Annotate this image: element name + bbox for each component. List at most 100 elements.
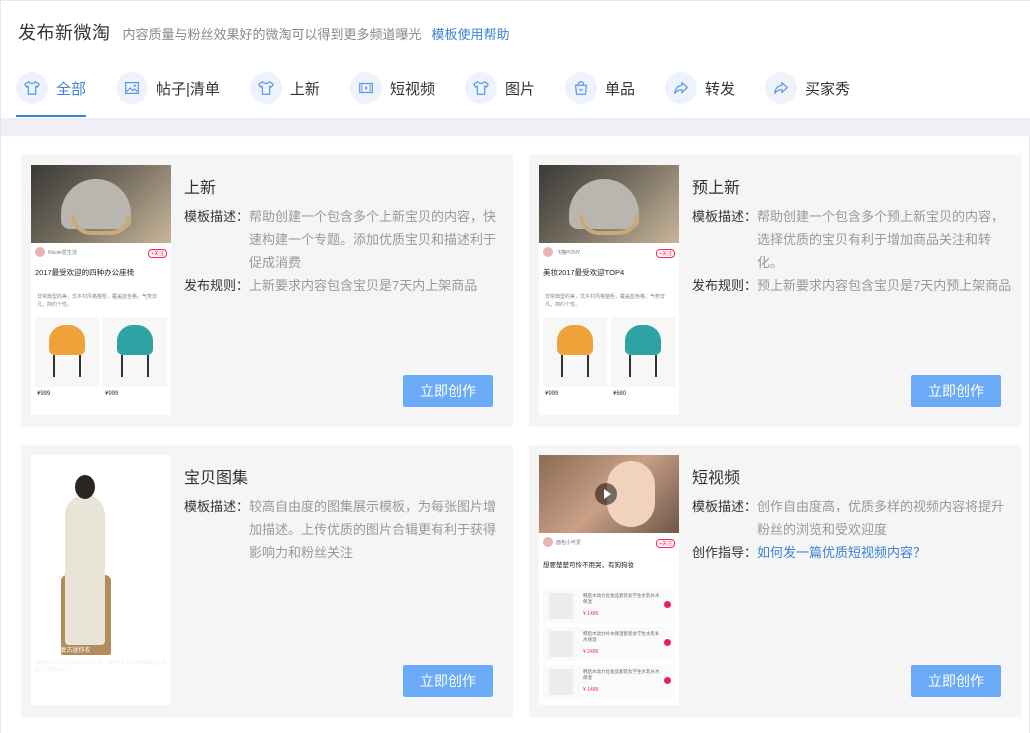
preview-product-item: 韩后水动力补水保湿套装女学生水乳补水保湿 ¥ 2499	[543, 627, 675, 661]
item-title: 韩后水动力化妆品套装女学生水乳补水保湿	[583, 593, 660, 604]
template-title: 宝贝图集	[184, 470, 249, 487]
create-now-button[interactable]: 立即创作	[403, 375, 493, 407]
tshirt-icon	[16, 72, 48, 104]
preview-side-actions	[149, 545, 165, 613]
desc-row: 发布规则： 预上新要求内容包含宝贝是7天内预上架商品	[692, 274, 1012, 297]
tab-label: 短视频	[389, 80, 435, 98]
preview-follow-tag: +关注	[656, 539, 675, 548]
desc-value: 帮助创建一个包含多个上新宝贝的内容，快速构建一个专题。添加优质宝贝和描述利于促成…	[249, 209, 497, 270]
preview-product	[103, 317, 167, 387]
preview-author-name: 飞猫PONY	[556, 249, 581, 256]
page-title: 发布新微淘	[18, 23, 111, 43]
template-help-link[interactable]: 模板使用帮助	[432, 24, 510, 43]
preview-author-name: 面包小可爱	[556, 539, 582, 546]
item-price: ¥ 2499	[583, 649, 599, 655]
page-header: 发布新微淘 内容质量与粉丝效果好的微淘可以得到更多频道曝光 模板使用帮助 全部 …	[1, 0, 1030, 118]
template-description: 模板描述： 创作自由度高，优质多样的视频内容将提升粉丝的浏览和受欢迎度 创作指导：…	[692, 495, 1012, 564]
preview-product-item: 韩后水动力化妆品套装女学生水乳补水保湿 ¥ 1499	[543, 665, 675, 699]
template-preview-image: 2/10 2017新款复古迷你衣 她所有元的衣，也有穿搭的连衣裙。她还在家里入睡…	[31, 455, 171, 705]
share-icon	[765, 72, 797, 104]
video-icon	[349, 72, 382, 104]
preview-figure	[65, 495, 105, 645]
template-title: 预上新	[692, 180, 741, 197]
desc-row: 创作指导： 如何发一篇优质短视频内容？	[692, 541, 1012, 564]
preview-author: 飞猫PONY	[543, 247, 580, 257]
preview-text: 非常典型的美，式乡村风格整柜，覆盖蓝色格，气势非凡，简约个性。	[37, 294, 158, 308]
tab-new-arrivals[interactable]: 上新	[249, 71, 320, 105]
tab-all[interactable]: 全部	[16, 71, 87, 117]
desc-key: 模板描述：	[184, 209, 250, 224]
tab-label: 单品	[604, 80, 635, 98]
desc-row: 模板描述： 较高自由度的图集展示模板，为每张图片增加描述。上传优质的图片合辑更有利…	[184, 495, 504, 564]
template-card-gallery: 2/10 2017新款复古迷你衣 她所有元的衣，也有穿搭的连衣裙。她还在家里入睡…	[21, 445, 513, 717]
video-guide-link[interactable]: 如何发一篇优质短视频内容？	[757, 541, 926, 564]
preview-price: ¥999	[105, 391, 119, 397]
avatar	[543, 247, 553, 257]
preview-author: 面包小可爱	[543, 537, 581, 547]
create-now-button[interactable]: 立即创作	[403, 665, 493, 697]
tab-forward[interactable]: 转发	[664, 71, 735, 105]
template-preview-image: 面包小可爱 +关注 想要楚楚可怜不用哭，有狗狗妆 韩后水动力化妆品套装女学生水乳…	[539, 455, 679, 705]
desc-key: 模板描述：	[692, 209, 758, 224]
desc-row: 发布规则： 上新要求内容包含宝贝是7天内上架商品	[184, 274, 504, 297]
preview-product	[543, 317, 607, 387]
template-card-new-arrivals: Nicole爱生活 +关注 2017最受欢迎的四种办公座椅 非常典型的美，式乡村…	[21, 155, 513, 427]
preview-headline: 想要楚楚可怜不用哭，有狗狗妆	[543, 562, 634, 569]
preview-counter: 2/10	[93, 461, 105, 467]
preview-figure	[75, 475, 95, 499]
page-frame: 发布新微淘 内容质量与粉丝效果好的微淘可以得到更多频道曝光 模板使用帮助 全部 …	[0, 0, 1030, 733]
preview-author: Nicole爱生活	[35, 247, 77, 257]
create-now-button[interactable]: 立即创作	[911, 665, 1001, 697]
tab-label: 上新	[289, 80, 320, 98]
category-tabs: 全部 帖子|清单 上新 短视频 图片 单品 转发 买家秀	[16, 71, 880, 119]
preview-headline: 2017新款复古迷你衣	[35, 648, 91, 654]
template-description: 模板描述： 帮助创建一个包含多个上新宝贝的内容，快速构建一个专题。添加优质宝贝和描…	[184, 205, 504, 297]
preview-author-name: Nicole爱生活	[48, 249, 77, 256]
desc-key: 模板描述：	[184, 499, 250, 514]
bag-icon	[564, 72, 597, 104]
tab-label: 图片	[504, 80, 535, 98]
item-title: 韩后水动力补水保湿套装女学生水乳补水保湿	[583, 631, 660, 642]
page-subtitle: 内容质量与粉丝效果好的微淘可以得到更多频道曝光	[122, 27, 422, 42]
desc-value: 上新要求内容包含宝贝是7天内上架商品	[249, 278, 478, 293]
preview-text: 她所有元的衣，也有穿搭的连衣裙。她还在家里入睡时采播还是中国的丁花的香气。	[35, 660, 166, 672]
tab-label: 帖子|清单	[156, 80, 220, 98]
desc-row: 模板描述： 创作自由度高，优质多样的视频内容将提升粉丝的浏览和受欢迎度	[692, 495, 1012, 541]
play-icon	[595, 483, 617, 505]
preview-video	[539, 455, 679, 533]
desc-key: 发布规则：	[692, 278, 758, 293]
desc-key: 创作指导：	[692, 545, 758, 560]
tab-posts-list[interactable]: 帖子|清单	[116, 71, 220, 105]
section-divider	[1, 118, 1030, 136]
template-description: 模板描述： 较高自由度的图集展示模板，为每张图片增加描述。上传优质的图片合辑更有利…	[184, 495, 504, 564]
tab-short-video[interactable]: 短视频	[349, 71, 435, 105]
tab-label: 全部	[56, 80, 87, 98]
template-title: 短视频	[692, 470, 741, 487]
template-card-short-video: 面包小可爱 +关注 想要楚楚可怜不用哭，有狗狗妆 韩后水动力化妆品套装女学生水乳…	[529, 445, 1021, 717]
preview-headline: 美妆2017最受欢迎TOP4	[543, 268, 625, 277]
tab-single-item[interactable]: 单品	[564, 71, 635, 105]
preview-text: 非常典型的美，式乡村风格整柜，覆盖蓝色格，气势非凡，简约个性。	[545, 294, 666, 308]
create-now-button[interactable]: 立即创作	[911, 375, 1001, 407]
tab-label: 转发	[704, 80, 735, 98]
tab-label: 买家秀	[805, 80, 851, 98]
desc-row: 模板描述： 帮助创建一个包含多个上新宝贝的内容，快速构建一个专题。添加优质宝贝和描…	[184, 205, 504, 274]
preview-price: ¥999	[545, 391, 559, 397]
item-title: 韩后水动力化妆品套装女学生水乳补水保湿	[583, 669, 660, 680]
template-preview-image: Nicole爱生活 +关注 2017最受欢迎的四种办公座椅 非常典型的美，式乡村…	[31, 165, 171, 415]
template-title: 上新	[184, 180, 217, 197]
tshirt-icon	[249, 72, 282, 104]
image-icon	[116, 72, 149, 104]
tab-images[interactable]: 图片	[464, 71, 535, 105]
preview-price: ¥999	[37, 391, 51, 397]
tab-buyer-show[interactable]: 买家秀	[765, 71, 850, 105]
avatar	[35, 247, 45, 257]
desc-key: 发布规则：	[184, 278, 250, 293]
title-row: 发布新微淘 内容质量与粉丝效果好的微淘可以得到更多频道曝光 模板使用帮助	[18, 19, 510, 45]
item-price: ¥ 1499	[583, 687, 599, 693]
preview-follow-tag: +关注	[148, 249, 167, 258]
share-icon	[664, 72, 697, 104]
preview-product	[35, 317, 99, 387]
preview-follow-tag: +关注	[656, 249, 675, 258]
item-price: ¥ 1499	[583, 611, 599, 617]
